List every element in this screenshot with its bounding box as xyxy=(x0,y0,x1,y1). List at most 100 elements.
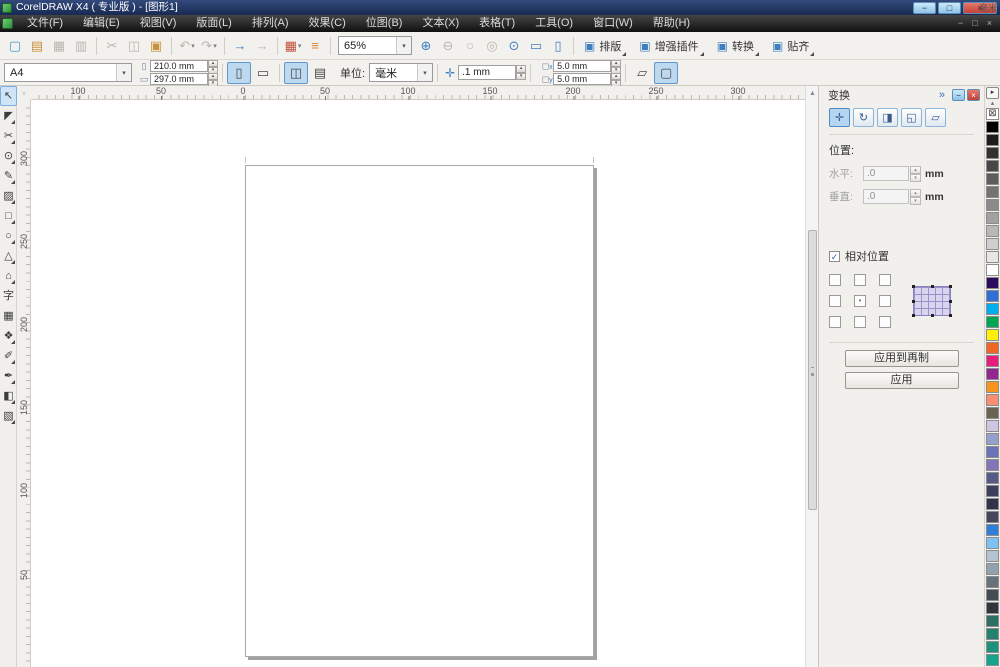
menu-effects[interactable]: 效果(C) xyxy=(299,15,356,32)
color-swatch[interactable] xyxy=(986,160,999,172)
palette-flyout-button[interactable]: ▸ xyxy=(986,87,999,99)
color-swatch[interactable] xyxy=(986,134,999,146)
zoom-level-combo[interactable]: 65% ▾ xyxy=(338,36,412,55)
zoom-to-page-button[interactable]: ▭ xyxy=(525,35,547,57)
transform-position-button[interactable]: ✛ xyxy=(829,108,850,127)
vertical-field[interactable]: .0 xyxy=(863,189,909,204)
color-swatch[interactable] xyxy=(986,264,999,276)
duplicate-x-field[interactable]: 5.0 mm xyxy=(553,60,611,72)
new-button[interactable]: ▢ xyxy=(4,35,26,57)
launcher-dropdown-icon[interactable]: ▾ xyxy=(298,42,302,50)
paper-combo-arrow-icon[interactable]: ▾ xyxy=(116,64,131,81)
color-swatch[interactable] xyxy=(986,147,999,159)
smart-fill-tool[interactable]: ▨ xyxy=(0,186,17,206)
paste-button[interactable]: ▣ xyxy=(145,35,167,57)
enhanced-plugins-button[interactable]: ▣ 增强插件 xyxy=(633,35,704,57)
treat-as-outline-toggle[interactable]: ▱ xyxy=(630,62,654,84)
vertical-spinner[interactable]: ▴▾ xyxy=(910,189,921,204)
horizontal-ruler[interactable]: 100 50 0 50 100 150 200 250 300 xyxy=(31,86,805,100)
color-swatch[interactable] xyxy=(986,355,999,367)
undo-dropdown-icon[interactable]: ▾ xyxy=(191,42,195,50)
horizontal-spinner[interactable]: ▴▾ xyxy=(910,166,921,181)
duplicate-y-field[interactable]: 5.0 mm xyxy=(553,73,611,85)
anchor-bottom-right[interactable] xyxy=(879,316,891,328)
basic-shapes-tool[interactable]: ⌂ xyxy=(0,266,17,286)
pick-tool[interactable]: ↖ xyxy=(0,86,17,106)
color-swatch[interactable] xyxy=(986,121,999,133)
duplicate-y-spinner[interactable]: ▴▾ xyxy=(611,73,621,85)
menu-file[interactable]: 文件(F) xyxy=(17,15,73,32)
freehand-tool[interactable]: ✎ xyxy=(0,166,17,186)
units-combo[interactable]: 毫米 ▾ xyxy=(369,63,433,82)
doc-minimize-button[interactable]: − xyxy=(958,15,963,32)
color-swatch[interactable] xyxy=(986,550,999,562)
color-swatch[interactable] xyxy=(986,524,999,536)
anchor-top-left[interactable] xyxy=(829,274,841,286)
zoom-to-all-objects-button[interactable]: ⊙ xyxy=(503,35,525,57)
typesetting-button[interactable]: ▣ 排版 xyxy=(578,35,627,57)
color-swatch[interactable] xyxy=(986,576,999,588)
menu-table[interactable]: 表格(T) xyxy=(469,15,525,32)
copy-button[interactable]: ◫ xyxy=(123,35,145,57)
paper-width-spinner[interactable]: ▴▾ xyxy=(208,60,218,72)
fill-tool[interactable]: ◧ xyxy=(0,386,17,406)
menu-edit[interactable]: 编辑(E) xyxy=(73,15,130,32)
export-button[interactable]: → xyxy=(251,35,273,57)
transform-size-button[interactable]: ◱ xyxy=(901,108,922,127)
color-swatch[interactable] xyxy=(986,394,999,406)
color-swatch[interactable] xyxy=(986,407,999,419)
menu-bitmaps[interactable]: 位图(B) xyxy=(356,15,413,32)
doc-close-button[interactable]: × xyxy=(987,15,992,32)
color-swatch[interactable] xyxy=(986,199,999,211)
welcome-screen-button[interactable]: ≡ xyxy=(304,35,326,57)
paper-height-field[interactable]: 297.0 mm xyxy=(150,73,208,85)
color-swatch[interactable] xyxy=(986,290,999,302)
undo-button[interactable]: ↶▾ xyxy=(176,35,198,57)
nudge-spinner[interactable]: ▴▾ xyxy=(516,65,526,80)
cut-button[interactable]: ✂ xyxy=(101,35,123,57)
transform-skew-button[interactable]: ▱ xyxy=(925,108,946,127)
vertical-scrollbar[interactable]: ▲ xyxy=(805,86,818,667)
rectangle-tool[interactable]: □ xyxy=(0,206,17,226)
color-swatch[interactable] xyxy=(986,277,999,289)
color-swatch[interactable] xyxy=(986,342,999,354)
interactive-fill-tool[interactable]: ▧ xyxy=(0,406,17,426)
color-swatch[interactable] xyxy=(986,329,999,341)
polygon-tool[interactable]: △ xyxy=(0,246,17,266)
blend-tool[interactable]: ❖ xyxy=(0,326,17,346)
color-swatch[interactable] xyxy=(986,238,999,250)
outline-pen-tool[interactable]: ✒ xyxy=(0,366,17,386)
ruler-origin-corner[interactable]: ▫ xyxy=(17,86,31,100)
open-button[interactable]: ▤ xyxy=(26,35,48,57)
relative-position-checkbox[interactable]: ✓ xyxy=(829,251,840,262)
convert-button[interactable]: ▣ 转换 xyxy=(711,35,760,57)
color-swatch[interactable] xyxy=(986,511,999,523)
zoom-to-page-width-button[interactable]: ▯ xyxy=(547,35,569,57)
horizontal-field[interactable]: .0 xyxy=(863,166,909,181)
color-swatch[interactable] xyxy=(986,186,999,198)
minimize-button[interactable]: − xyxy=(913,2,936,14)
color-swatch[interactable] xyxy=(986,472,999,484)
zoom-in-button[interactable]: ⊕ xyxy=(415,35,437,57)
print-button[interactable]: ▥ xyxy=(70,35,92,57)
units-combo-arrow-icon[interactable]: ▾ xyxy=(417,64,432,81)
menu-arrange[interactable]: 排列(A) xyxy=(242,15,299,32)
crop-tool[interactable]: ✂ xyxy=(0,126,17,146)
no-color-swatch[interactable]: ⊠ xyxy=(986,108,999,120)
table-tool[interactable]: ▦ xyxy=(0,306,17,326)
document-page[interactable] xyxy=(245,165,594,657)
color-swatch[interactable] xyxy=(986,212,999,224)
paper-width-field[interactable]: 210.0 mm xyxy=(150,60,208,72)
menu-help[interactable]: 帮助(H) xyxy=(643,15,700,32)
menu-window[interactable]: 窗口(W) xyxy=(583,15,643,32)
import-button[interactable]: → xyxy=(229,35,251,57)
color-swatch[interactable] xyxy=(986,537,999,549)
color-swatch[interactable] xyxy=(986,615,999,627)
color-swatch[interactable] xyxy=(986,563,999,575)
application-launcher-button[interactable]: ▦▾ xyxy=(282,35,304,57)
anchor-bottom-left[interactable] xyxy=(829,316,841,328)
maximize-button[interactable]: □ xyxy=(938,2,961,14)
apply-button[interactable]: 应用 xyxy=(845,372,959,389)
redo-button[interactable]: ↷▾ xyxy=(198,35,220,57)
color-swatch[interactable] xyxy=(986,420,999,432)
